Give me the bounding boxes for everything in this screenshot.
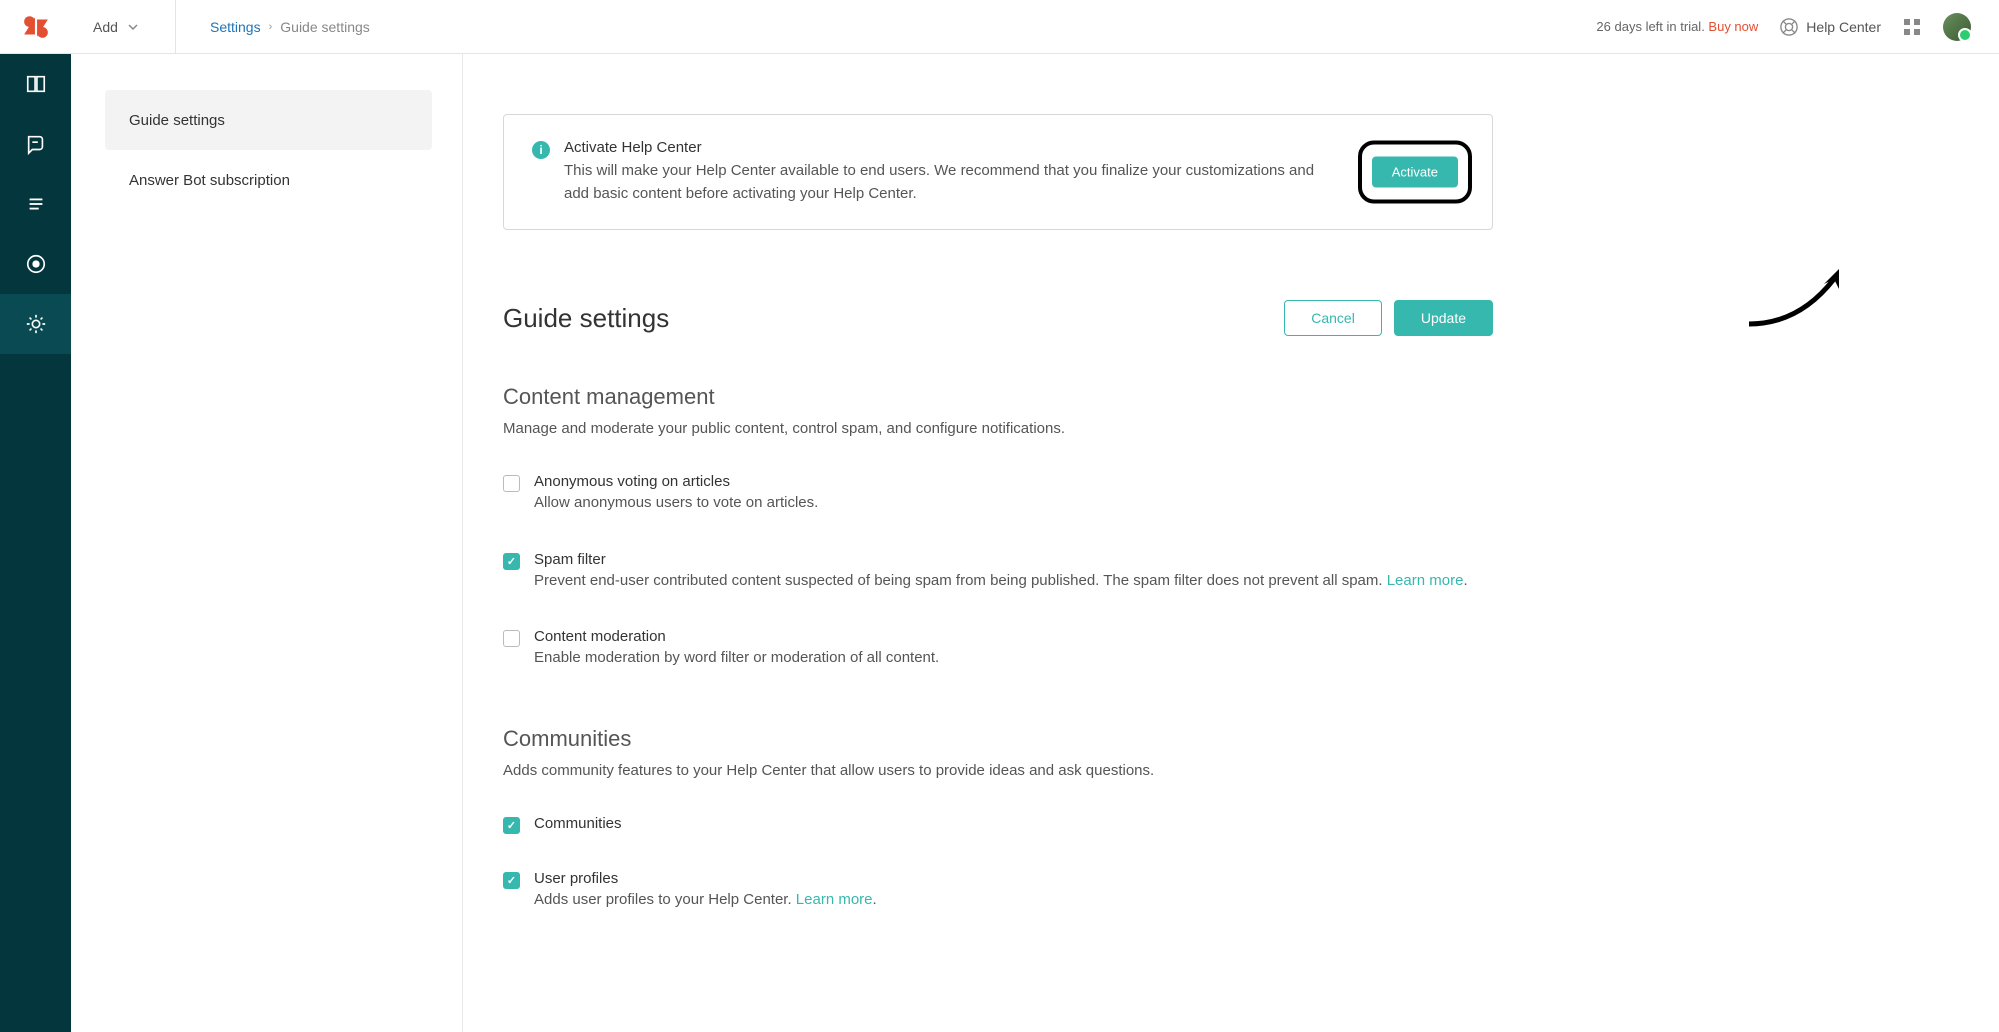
section-desc-content-mgmt: Manage and moderate your public content,… — [503, 420, 1493, 437]
option-content-moderation: Content moderation Enable moderation by … — [503, 628, 1493, 670]
annotation-arrow — [1739, 264, 1859, 334]
add-label: Add — [93, 19, 118, 35]
checkbox-anonymous-voting[interactable] — [503, 475, 520, 492]
alert-description: This will make your Help Center availabl… — [564, 160, 1324, 205]
subnav-guide-settings[interactable]: Guide settings — [105, 90, 432, 150]
option-desc: Prevent end-user contributed content sus… — [534, 570, 1493, 593]
section-title-communities: Communities — [503, 726, 1493, 752]
option-title: Anonymous voting on articles — [534, 473, 1493, 490]
user-avatar[interactable] — [1943, 13, 1971, 41]
option-user-profiles: User profiles Adds user profiles to your… — [503, 870, 1493, 912]
option-desc: Enable moderation by word filter or mode… — [534, 647, 1493, 670]
learn-more-link[interactable]: Learn more — [1387, 572, 1464, 589]
topbar: Add Settings › Guide settings 26 days le… — [0, 0, 1999, 54]
section-title-content-mgmt: Content management — [503, 384, 1493, 410]
option-communities: Communities — [503, 815, 1493, 834]
option-desc: Allow anonymous users to vote on article… — [534, 492, 1493, 515]
section-content-management: Content management Manage and moderate y… — [503, 384, 1493, 670]
add-dropdown[interactable]: Add — [71, 0, 176, 54]
checkbox-spam-filter[interactable] — [503, 553, 520, 570]
cancel-button[interactable]: Cancel — [1284, 300, 1382, 336]
alert-title: Activate Help Center — [564, 139, 1324, 156]
activate-alert: i Activate Help Center This will make yo… — [503, 114, 1493, 230]
annotation-highlight-box: Activate — [1358, 141, 1472, 204]
breadcrumb: Settings › Guide settings — [176, 19, 370, 35]
info-icon: i — [532, 141, 550, 159]
rail-arrange-icon[interactable] — [0, 174, 71, 234]
breadcrumb-current: Guide settings — [280, 19, 370, 35]
option-desc: Adds user profiles to your Help Center. … — [534, 889, 1493, 912]
update-button[interactable]: Update — [1394, 300, 1493, 336]
option-title: Content moderation — [534, 628, 1493, 645]
checkbox-user-profiles[interactable] — [503, 872, 520, 889]
trial-status: 26 days left in trial. Buy now — [1596, 19, 1758, 34]
left-rail — [0, 54, 71, 1032]
option-title: User profiles — [534, 870, 1493, 887]
topbar-right: 26 days left in trial. Buy now Help Cent… — [1596, 13, 1999, 41]
zendesk-logo-icon — [22, 13, 50, 41]
rail-moderate-icon[interactable] — [0, 114, 71, 174]
page-header-row: Guide settings Cancel Update — [503, 300, 1493, 336]
apps-grid-icon[interactable] — [1903, 18, 1921, 36]
checkbox-communities[interactable] — [503, 817, 520, 834]
settings-subnav: Guide settings Answer Bot subscription — [71, 54, 463, 1032]
chevron-right-icon: › — [269, 21, 273, 33]
help-center-link[interactable]: Help Center — [1780, 18, 1881, 36]
checkbox-content-moderation[interactable] — [503, 630, 520, 647]
breadcrumb-settings-link[interactable]: Settings — [210, 19, 261, 35]
rail-knowledge-icon[interactable] — [0, 54, 71, 114]
rail-settings-icon[interactable] — [0, 294, 71, 354]
option-anonymous-voting: Anonymous voting on articles Allow anony… — [503, 473, 1493, 515]
app-logo[interactable] — [0, 0, 71, 54]
main-content: i Activate Help Center This will make yo… — [463, 54, 1999, 1032]
option-title: Spam filter — [534, 551, 1493, 568]
buy-now-link[interactable]: Buy now — [1708, 19, 1758, 34]
activate-button[interactable]: Activate — [1372, 157, 1458, 188]
subnav-answer-bot[interactable]: Answer Bot subscription — [105, 150, 432, 210]
option-title: Communities — [534, 815, 1493, 832]
section-communities: Communities Adds community features to y… — [503, 726, 1493, 912]
rail-customize-icon[interactable] — [0, 234, 71, 294]
page-title: Guide settings — [503, 303, 669, 334]
section-desc-communities: Adds community features to your Help Cen… — [503, 762, 1493, 779]
option-spam-filter: Spam filter Prevent end-user contributed… — [503, 551, 1493, 593]
lifebuoy-icon — [1780, 18, 1798, 36]
chevron-down-icon — [128, 22, 138, 32]
learn-more-link[interactable]: Learn more — [796, 891, 873, 908]
